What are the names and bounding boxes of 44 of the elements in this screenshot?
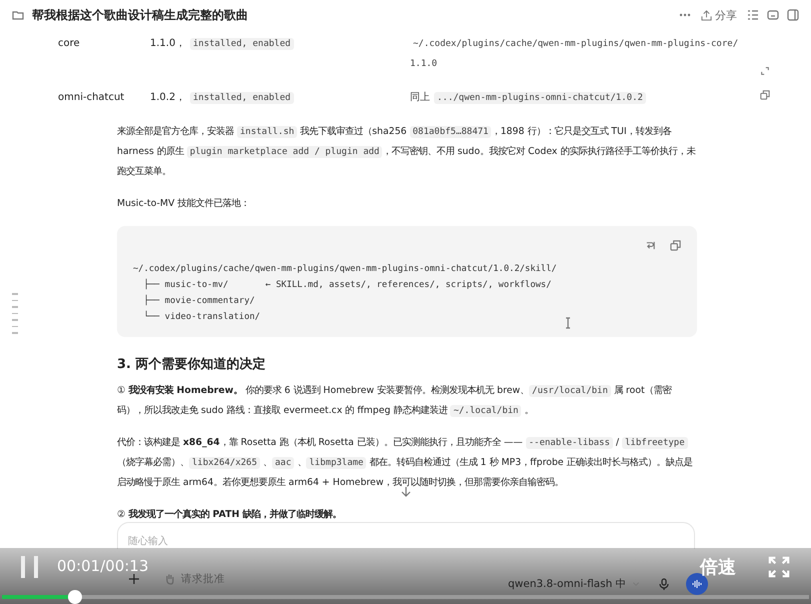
share-button[interactable]: 分享	[699, 6, 739, 24]
composer-placeholder: 随心输入	[128, 534, 168, 548]
wrap-icon[interactable]	[645, 240, 656, 251]
message-paragraph: 来源全部是官方仓库，安装器 install.sh 我先下载审查过（sha256 081a0bf5…88471 ，1898 行）：它只是交互式 TUI，转发到各 harness 的原生 plugin marketplace add / plugin add ，不写密钥、不用 sudo。我按它对 Codex 的实际执行路径手工等价执行，未跑交互菜单。	[117, 125, 696, 179]
playback-time: 00:01/00:13	[57, 557, 149, 575]
path-note: 同上	[410, 92, 430, 103]
code-line: ├── movie-commentary/	[142, 294, 255, 308]
approval-mode[interactable]: 请求批准	[181, 572, 225, 586]
message-paragraph: Music-to-MV 技能文件已落地：	[117, 197, 251, 211]
plugin-status: installed, enabled	[190, 92, 294, 104]
code-line: ├── music-to-mv/ ← SKILL.md, assets/, references/, scripts/, workflows/	[142, 278, 552, 292]
copy-icon[interactable]	[670, 240, 681, 251]
speed-button[interactable]: 倍速	[700, 555, 736, 579]
section-heading: 3. 两个需要你知道的决定	[117, 356, 267, 373]
plugin-version: 1.1.0，	[150, 37, 186, 51]
folder-icon	[12, 9, 24, 21]
message-paragraph: ② 我发现了一个真实的 PATH 缺陷，并做了临时缓解。	[117, 508, 343, 522]
plugin-name: omni-chatcut	[58, 91, 126, 105]
hand-icon	[164, 573, 176, 585]
message-paragraph: ① 我没有安装 Homebrew。 你的要求 6 说遇到 Homebrew 安装要暂停。检测发现本机无 brew、 /usr/local/bin 属 root（需密码），所以我改走免 sudo 路线：直接取 evermeet.cx 的 ffmpeg 静态构建装进 ~/.local/bin 。	[117, 384, 673, 419]
message-composer[interactable]: 随心输入	[117, 522, 695, 549]
share-icon	[701, 10, 712, 20]
fullscreen-icon[interactable]	[768, 556, 790, 578]
message-paragraph: 代价：该构建是 x86_64，靠 Rosetta 跑（本机 Rosetta 已装）。已实测能执行，且功能齐全 —— --enable-libass / libfreetype （烧字幕必需）、 libx264/x265 、 aac 、 libmp3lame 都在。转码自检通过（生成 1 秒 MP3，ffprobe 正确读出时长与格式）。缺点是启动略慢于原生 arm64。若你更想要原生 arm64 + Homebrew，我可以随时切换，但那需要你亲自输密码。	[117, 436, 694, 490]
microphone-icon[interactable]	[658, 578, 670, 590]
plugin-status: installed, enabled	[190, 38, 294, 50]
scroll-marker-icon	[12, 293, 18, 334]
sidebar-icon[interactable]	[787, 9, 799, 21]
scroll-down-icon[interactable]	[400, 486, 412, 498]
chat-title: 帮我根据这个歌曲设计稿生成完整的歌曲	[32, 6, 249, 24]
expand-icon[interactable]	[760, 66, 770, 76]
plus-icon[interactable]	[128, 573, 140, 585]
panel-icon[interactable]	[767, 9, 779, 21]
plugin-path: .../qwen-mm-plugins-omni-chatcut/1.0.2	[434, 92, 646, 104]
copy-icon[interactable]	[760, 90, 770, 100]
list-icon[interactable]	[747, 9, 759, 21]
pause-icon[interactable]	[21, 556, 39, 578]
plugin-path: ~/.codex/plugins/cache/qwen-mm-plugins/qwen-mm-plugins-core/1.1.0	[410, 38, 738, 70]
progress-handle[interactable]	[68, 590, 82, 604]
plugin-version: 1.0.2，	[150, 91, 186, 105]
plugin-name: core	[58, 37, 81, 51]
code-line: └── video-translation/	[142, 310, 260, 324]
code-line: ~/.codex/plugins/cache/qwen-mm-plugins/qwen-mm-plugins-omni-chatcut/1.0.2/skill/	[133, 263, 557, 276]
model-selector[interactable]: qwen3.8-omni-flash 中	[508, 577, 627, 591]
